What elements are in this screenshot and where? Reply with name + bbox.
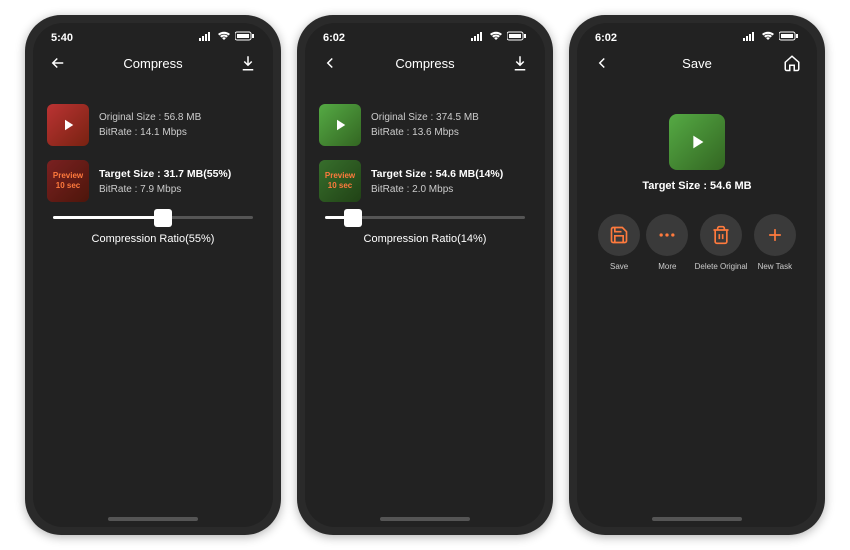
target-size: Target Size : 54.6 MB(14%) — [371, 168, 503, 180]
back-chevron-icon[interactable] — [593, 54, 611, 72]
header: Save — [577, 46, 817, 84]
screen: 6:02 Compress Original Size : 37 — [305, 23, 545, 527]
slider-handle[interactable] — [154, 209, 172, 227]
status-icons — [743, 31, 799, 44]
signal-icon — [743, 31, 757, 44]
download-icon[interactable] — [511, 54, 529, 72]
phone-frame: 6:02 Save Target Size : 54.6 MB — [569, 15, 825, 535]
clock: 5:40 — [51, 32, 73, 44]
home-indicator[interactable] — [108, 517, 198, 521]
preview-text-1: Preview — [53, 171, 83, 181]
play-icon — [686, 131, 708, 153]
signal-icon — [199, 31, 213, 44]
page-title: Save — [682, 56, 712, 71]
preview-thumbnail[interactable]: Preview 10 sec — [47, 160, 89, 202]
target-size: Target Size : 31.7 MB(55%) — [99, 168, 231, 180]
newtask-action[interactable]: New Task — [754, 214, 796, 271]
status-bar: 5:40 — [33, 23, 273, 46]
original-bitrate: BitRate : 13.6 Mbps — [371, 127, 479, 138]
delete-action[interactable]: Delete Original — [695, 214, 748, 271]
home-indicator[interactable] — [652, 517, 742, 521]
slider-handle[interactable] — [344, 209, 362, 227]
phone-frame: 5:40 Compress — [25, 15, 281, 535]
original-row: Original Size : 374.5 MB BitRate : 13.6 … — [319, 104, 531, 146]
page-title: Compress — [123, 56, 182, 71]
compression-slider[interactable] — [53, 216, 253, 219]
page-title: Compress — [395, 56, 454, 71]
target-row: Preview 10 sec Target Size : 54.6 MB(14%… — [319, 160, 531, 202]
screen: 5:40 Compress — [33, 23, 273, 527]
more-icon — [646, 214, 688, 256]
battery-icon — [235, 31, 255, 44]
original-info: Original Size : 374.5 MB BitRate : 13.6 … — [371, 112, 479, 138]
target-row: Preview 10 sec Target Size : 31.7 MB(55%… — [47, 160, 259, 202]
target-bitrate: BitRate : 2.0 Mbps — [371, 184, 503, 195]
preview-text-1: Preview — [325, 171, 355, 181]
newtask-label: New Task — [758, 262, 793, 271]
action-row: Save More Delete Original — [591, 214, 803, 271]
content: Original Size : 56.8 MB BitRate : 14.1 M… — [33, 84, 273, 527]
content: Original Size : 374.5 MB BitRate : 13.6 … — [305, 84, 545, 527]
status-bar: 6:02 — [577, 23, 817, 46]
phone-frame: 6:02 Compress Original Size : 37 — [297, 15, 553, 535]
save-icon — [598, 214, 640, 256]
trash-icon — [700, 214, 742, 256]
back-arrow-icon[interactable] — [49, 54, 67, 72]
slider-label: Compression Ratio(14%) — [325, 233, 525, 245]
preview-text-2: 10 sec — [328, 181, 352, 191]
result-size: Target Size : 54.6 MB — [591, 180, 803, 192]
slider-label: Compression Ratio(55%) — [53, 233, 253, 245]
preview-badge: Preview 10 sec — [319, 160, 361, 202]
plus-icon — [754, 214, 796, 256]
play-icon — [331, 116, 349, 134]
status-icons — [471, 31, 527, 44]
save-label: Save — [610, 262, 628, 271]
target-info: Target Size : 31.7 MB(55%) BitRate : 7.9… — [99, 168, 231, 195]
target-bitrate: BitRate : 7.9 Mbps — [99, 184, 231, 195]
status-icons — [199, 31, 255, 44]
preview-badge: Preview 10 sec — [47, 160, 89, 202]
slider-container: Compression Ratio(14%) — [319, 216, 531, 245]
back-chevron-icon[interactable] — [321, 54, 339, 72]
home-icon[interactable] — [783, 54, 801, 72]
play-icon — [59, 116, 77, 134]
slider-fill — [53, 216, 163, 219]
compression-slider[interactable] — [325, 216, 525, 219]
status-bar: 6:02 — [305, 23, 545, 46]
header: Compress — [33, 46, 273, 84]
original-size: Original Size : 374.5 MB — [371, 112, 479, 123]
wifi-icon — [761, 31, 775, 44]
result-thumbnail[interactable] — [669, 114, 725, 170]
download-icon[interactable] — [239, 54, 257, 72]
original-row: Original Size : 56.8 MB BitRate : 14.1 M… — [47, 104, 259, 146]
clock: 6:02 — [595, 32, 617, 44]
content: Target Size : 54.6 MB Save More — [577, 84, 817, 527]
home-indicator[interactable] — [380, 517, 470, 521]
wifi-icon — [217, 31, 231, 44]
more-action[interactable]: More — [646, 214, 688, 271]
battery-icon — [507, 31, 527, 44]
original-info: Original Size : 56.8 MB BitRate : 14.1 M… — [99, 112, 201, 138]
header: Compress — [305, 46, 545, 84]
video-thumbnail[interactable] — [319, 104, 361, 146]
delete-label: Delete Original — [695, 262, 748, 271]
wifi-icon — [489, 31, 503, 44]
more-label: More — [658, 262, 676, 271]
original-bitrate: BitRate : 14.1 Mbps — [99, 127, 201, 138]
preview-text-2: 10 sec — [56, 181, 80, 191]
original-size: Original Size : 56.8 MB — [99, 112, 201, 123]
preview-thumbnail[interactable]: Preview 10 sec — [319, 160, 361, 202]
clock: 6:02 — [323, 32, 345, 44]
signal-icon — [471, 31, 485, 44]
video-thumbnail[interactable] — [47, 104, 89, 146]
screen: 6:02 Save Target Size : 54.6 MB — [577, 23, 817, 527]
target-info: Target Size : 54.6 MB(14%) BitRate : 2.0… — [371, 168, 503, 195]
save-action[interactable]: Save — [598, 214, 640, 271]
battery-icon — [779, 31, 799, 44]
slider-container: Compression Ratio(55%) — [47, 216, 259, 245]
